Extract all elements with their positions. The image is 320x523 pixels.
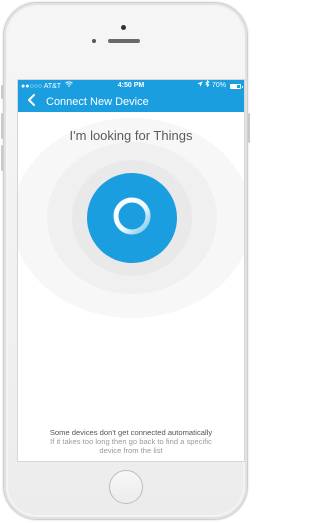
- speaker-grille: [108, 39, 140, 43]
- page: ●●○○○ AT&T 4:50 PM 70% Connect New Devic…: [0, 0, 253, 523]
- status-right: 70%: [197, 80, 243, 92]
- footer-hint-line1: If it takes too long then go back to fin…: [50, 437, 212, 446]
- navigation-bar: Connect New Device: [18, 92, 244, 112]
- footer-note: Some devices don't get connected automat…: [49, 428, 213, 437]
- scan-button[interactable]: [87, 173, 177, 263]
- nav-title: Connect New Device: [46, 96, 149, 108]
- battery-icon: [230, 83, 243, 89]
- mute-switch: [1, 85, 3, 99]
- page-heading: I'm looking for Things: [69, 128, 193, 143]
- phone-screen: ●●○○○ AT&T 4:50 PM 70% Connect New Devic…: [17, 79, 245, 462]
- location-arrow-icon: [197, 80, 203, 92]
- main-content: I'm looking for Things Some devices don'…: [18, 112, 244, 461]
- scanning-ring-icon: [110, 194, 154, 243]
- power-button: [248, 113, 250, 143]
- bluetooth-icon: [205, 80, 210, 92]
- status-bar: ●●○○○ AT&T 4:50 PM 70%: [18, 80, 244, 92]
- footer-hint-line2: device from the list: [99, 446, 163, 455]
- volume-down-button: [1, 145, 3, 171]
- battery-percent: 70%: [211, 82, 226, 89]
- home-button[interactable]: [109, 470, 143, 504]
- volume-up-button: [1, 113, 3, 139]
- camera-icon: [121, 25, 126, 30]
- back-button[interactable]: [23, 94, 39, 110]
- chevron-left-icon: [27, 93, 36, 111]
- battery-fill: [231, 84, 238, 88]
- sensor-icon: [92, 39, 96, 43]
